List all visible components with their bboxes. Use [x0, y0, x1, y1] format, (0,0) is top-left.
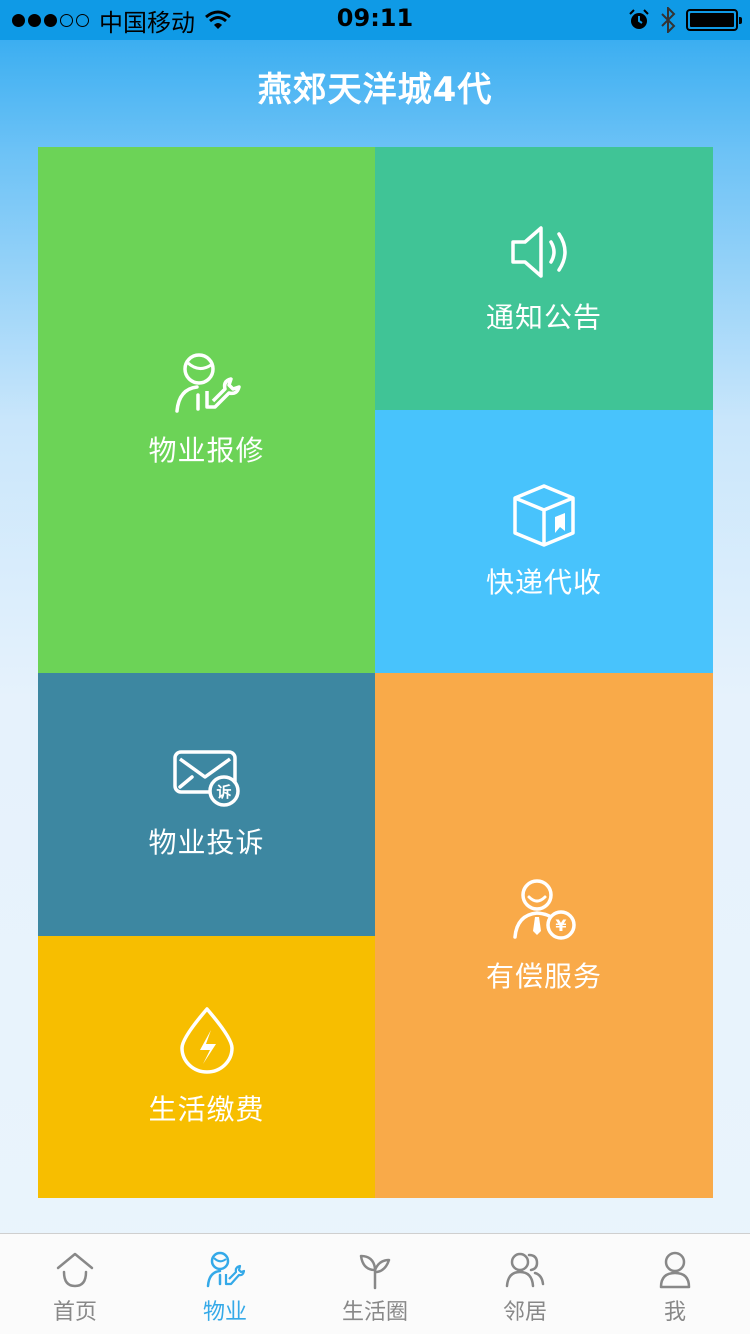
tab-home[interactable]: 首页: [0, 1234, 150, 1334]
tab-label: 物业: [202, 1300, 247, 1325]
complaint-badge-text: 诉: [216, 783, 231, 801]
tile-complaint[interactable]: 诉 物业投诉: [38, 673, 375, 936]
tile-label: 物业报修: [148, 434, 265, 467]
tile-label: 生活缴费: [148, 1093, 265, 1126]
battery-icon: [686, 9, 742, 31]
tile-label: 快递代收: [485, 565, 602, 599]
tile-label: 有偿服务: [485, 959, 602, 993]
tab-label: 我: [663, 1300, 686, 1325]
tile-paid-service[interactable]: ¥ 有偿服务: [375, 673, 713, 1198]
property-icon: [206, 1251, 245, 1288]
tab-label: 生活圈: [341, 1300, 408, 1325]
service-grid: 物业报修 通知公告 快递代收 诉 物业投诉 ¥ 有偿服务 生活缴费: [38, 147, 713, 1198]
currency-symbol: ¥: [555, 916, 566, 935]
tile-notice[interactable]: 通知公告: [375, 147, 713, 410]
page-title: 燕郊天洋城4代: [257, 70, 493, 110]
tab-property[interactable]: 物业: [150, 1234, 300, 1334]
sprout-icon: [359, 1254, 391, 1290]
tile-utility-payment[interactable]: 生活缴费: [38, 936, 375, 1198]
utility-drop-icon: [179, 1007, 234, 1074]
tab-bar: 首页 物业 生活圈 邻居 我: [0, 1233, 750, 1334]
tab-me[interactable]: 我: [600, 1234, 750, 1334]
status-bar: 中国移动 09:11: [0, 0, 750, 40]
home-icon: [56, 1252, 94, 1288]
tile-express[interactable]: 快递代收: [375, 410, 713, 673]
tab-neighbors[interactable]: 邻居: [450, 1234, 600, 1334]
alarm-icon: [629, 9, 649, 29]
speaker-icon: [511, 225, 567, 278]
status-right: [628, 6, 742, 34]
paid-service-icon: ¥: [513, 878, 576, 940]
tab-label: 首页: [52, 1300, 97, 1325]
neighbors-icon: [505, 1252, 545, 1288]
tab-label: 邻居: [502, 1300, 547, 1325]
tab-life-circle[interactable]: 生活圈: [300, 1234, 450, 1334]
tile-label: 物业投诉: [148, 825, 265, 859]
tile-property-repair[interactable]: 物业报修: [38, 147, 375, 673]
bluetooth-icon: [661, 7, 676, 33]
profile-icon: [659, 1251, 691, 1289]
complaint-mail-icon: 诉: [172, 749, 240, 807]
tile-label: 通知公告: [485, 300, 602, 334]
package-icon: [513, 483, 575, 547]
repair-worker-icon: [174, 353, 241, 413]
